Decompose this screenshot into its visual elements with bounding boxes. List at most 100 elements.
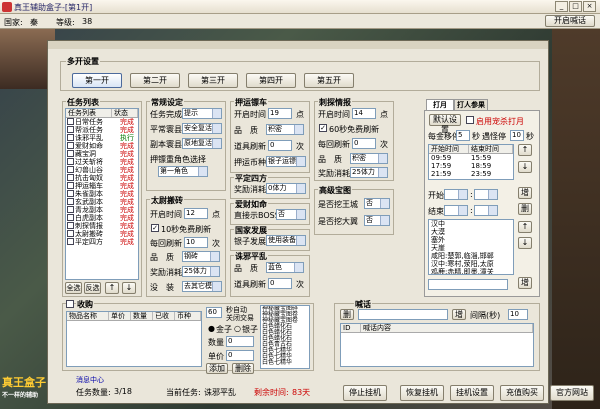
close-button[interactable]: ×	[583, 1, 596, 12]
maximize-button[interactable]: □	[569, 1, 582, 12]
tab-open-2[interactable]: 第二开	[130, 73, 180, 88]
place-item[interactable]: 大漠	[429, 228, 513, 236]
task-checkbox[interactable]	[67, 142, 74, 149]
task-checkbox[interactable]	[67, 230, 74, 237]
intel-free60-checkbox[interactable]: ✓	[319, 124, 327, 132]
task-checkbox[interactable]	[67, 182, 74, 189]
gold-radio[interactable]: ●	[208, 324, 215, 333]
purchase-table[interactable]: 物品名称 单价 数量 已收 币种	[66, 311, 202, 367]
shout-interval-input[interactable]: 10	[508, 309, 528, 320]
intel-open-input[interactable]: 14	[352, 108, 376, 119]
shout-input[interactable]	[358, 309, 448, 320]
task-checkbox[interactable]	[67, 158, 74, 165]
task-row[interactable]: 刺探情报 完成	[66, 222, 138, 230]
shout-table[interactable]: ID 喊话内容	[340, 323, 534, 367]
shout-del-button[interactable]: 删	[340, 309, 354, 320]
pacify-reward-select[interactable]: 0体力	[266, 183, 306, 194]
nation-coin-select[interactable]: 使用装备	[266, 235, 306, 246]
tab-moon[interactable]: 打月	[426, 99, 454, 110]
place-item[interactable]: 塞外	[429, 236, 513, 244]
tab-open-1[interactable]: 第一开	[72, 73, 122, 88]
taiwei-open-input[interactable]: 12	[184, 208, 208, 219]
taiwei-none-select[interactable]: 去其它模式	[182, 281, 222, 292]
task-row[interactable]: 白虎副本 完成	[66, 214, 138, 222]
escort-open-input[interactable]: 19	[268, 108, 292, 119]
official-site-button[interactable]: 官方网站	[550, 385, 594, 401]
place-item[interactable]: 天崖	[429, 244, 513, 252]
count-input[interactable]: 0	[226, 336, 254, 347]
task-done-select[interactable]: 提示	[182, 108, 222, 119]
taiwei-reward-select[interactable]: 25体力	[182, 266, 220, 277]
place-item[interactable]: 咸阳:楚郭,临淄,邯郸	[429, 252, 513, 260]
tab-open-3[interactable]: 第三开	[188, 73, 238, 88]
task-checkbox[interactable]	[67, 166, 74, 173]
place-item[interactable]: 鸡鹿:赤精,即墨,潼关	[429, 268, 513, 274]
purchase-enable-checkbox[interactable]	[66, 300, 74, 308]
recharge-button[interactable]: 充值购买	[500, 385, 544, 401]
place-input[interactable]	[428, 279, 508, 290]
grand-big-select[interactable]: 否	[364, 215, 390, 226]
task-checkbox[interactable]	[67, 206, 74, 213]
goods-list[interactable]: 神秘藏宝图碎 神秘藏宝图卷 神秘藏宝图卷 白色蜡化石 白色蜡化石 白色蜡化石 白色青古石 白色…	[260, 305, 310, 369]
task-row[interactable]: 幻兽山谷 完成	[66, 166, 138, 174]
intel-reward-select[interactable]: 25体力	[350, 167, 388, 178]
task-checkbox[interactable]	[67, 190, 74, 197]
interval-input[interactable]: 10	[510, 130, 524, 141]
minimize-button[interactable]: _	[555, 1, 568, 12]
schedule-add-button[interactable]: 增	[518, 187, 532, 199]
purchase-add-button[interactable]: 添加	[206, 363, 228, 374]
move-input[interactable]: 5	[456, 130, 470, 141]
task-row[interactable]: 平定四方 完成	[66, 238, 138, 246]
escort-quality-select[interactable]: 积密	[266, 124, 304, 135]
place-down-button[interactable]: ↓	[518, 237, 532, 249]
taiwei-quality-select[interactable]: 钢砖	[182, 251, 220, 262]
task-row[interactable]: 过关斩将 完成	[66, 158, 138, 166]
zhuxie-quality-select[interactable]: 蓝色	[266, 262, 304, 273]
task-checkbox[interactable]	[67, 126, 74, 133]
purchase-time-input[interactable]: 60	[206, 307, 222, 318]
role-select[interactable]: 第一角色	[158, 166, 208, 177]
dungeon-select[interactable]: 原地复活	[182, 138, 222, 149]
price-input[interactable]: 0	[226, 350, 254, 361]
escort-coin-select[interactable]: 银子运镖	[266, 156, 306, 167]
silver-radio[interactable]: ○	[234, 324, 241, 333]
zhuxie-tool-input[interactable]: 0	[268, 278, 292, 289]
task-checkbox[interactable]	[67, 198, 74, 205]
task-list[interactable]: 任务列表 状态 日常任务 完成 帮派任务 完成 诛邪平乱 执行 爱财如命 完成 藏宝洞 完成 过关斩…	[65, 108, 139, 280]
place-item[interactable]: 汉中:寒村,荥阳,太原	[429, 260, 513, 268]
hang-settings-button[interactable]: 挂机设置	[450, 385, 494, 401]
task-row[interactable]: 太尉搬砖 完成	[66, 230, 138, 238]
place-up-button[interactable]: ↑	[518, 221, 532, 233]
tab-open-5[interactable]: 第五开	[304, 73, 354, 88]
invert-button[interactable]: 反选	[84, 282, 101, 294]
shout-add-button[interactable]: 增	[452, 309, 466, 320]
intel-refresh-input[interactable]: 0	[352, 138, 376, 149]
task-checkbox[interactable]	[67, 174, 74, 181]
grand-bright-select[interactable]: 否	[364, 198, 390, 209]
goods-item[interactable]: 白色七精华	[261, 360, 309, 366]
purchase-del-button[interactable]: 删除	[232, 363, 254, 374]
peace-select[interactable]: 安全复活	[182, 123, 222, 134]
love-boss-select[interactable]: 否	[276, 209, 306, 220]
schedule-row[interactable]: 17:59 18:59	[429, 162, 513, 170]
schedule-row[interactable]: 09:59 15:59	[429, 154, 513, 162]
open-shout-button[interactable]: 开启喊话	[545, 15, 595, 27]
start-hour-select[interactable]	[444, 189, 468, 200]
tab-open-4[interactable]: 第四开	[246, 73, 296, 88]
task-row[interactable]: 玄武副本 完成	[66, 198, 138, 206]
taiwei-refresh-input[interactable]: 10	[184, 237, 208, 248]
schedule-table[interactable]: 开始时间 结束时间 09:59 15:59 17:59 18:59 21:59 23:59	[428, 144, 514, 180]
move-up-button[interactable]: ↑	[105, 282, 119, 294]
schedule-del-button[interactable]: 删	[518, 203, 532, 215]
intel-quality-select[interactable]: 积密	[350, 153, 388, 164]
select-all-button[interactable]: 全选	[65, 282, 82, 294]
task-row[interactable]: 青龙副本 完成	[66, 206, 138, 214]
resume-hang-button[interactable]: 恢复挂机	[400, 385, 444, 401]
end-hour-select[interactable]	[444, 205, 468, 216]
escort-tool-input[interactable]: 0	[268, 140, 292, 151]
schedule-up-button[interactable]: ↑	[518, 144, 532, 156]
moon-enable-checkbox[interactable]	[466, 116, 474, 124]
task-checkbox[interactable]	[67, 238, 74, 245]
task-checkbox[interactable]	[67, 222, 74, 229]
task-row[interactable]: 朱雀副本 完成	[66, 190, 138, 198]
